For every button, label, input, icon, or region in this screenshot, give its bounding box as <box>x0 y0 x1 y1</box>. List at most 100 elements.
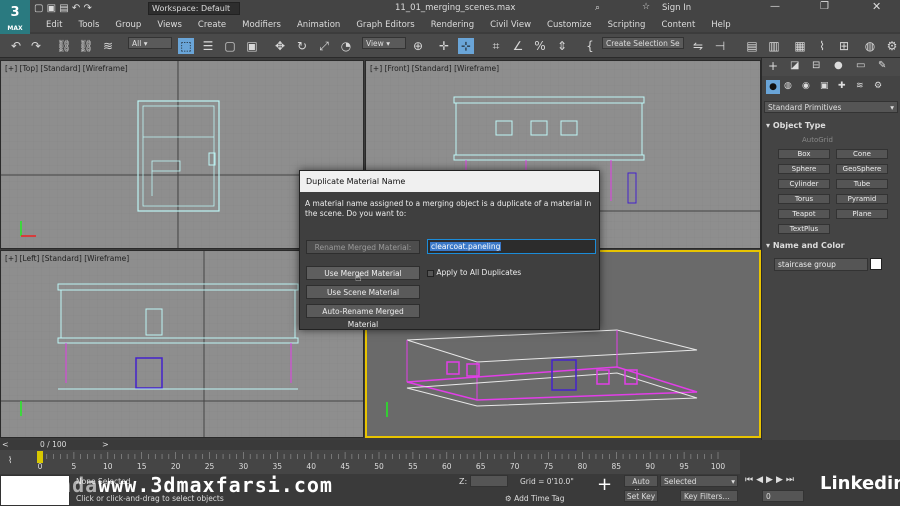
rect-selection-icon[interactable]: ▢ <box>222 38 238 54</box>
primitive-category-dropdown[interactable]: Standard Primitives ▾ <box>764 101 898 113</box>
key-filters-button[interactable]: Key Filters... <box>680 490 738 502</box>
window-crossing-icon[interactable]: ▣ <box>244 38 260 54</box>
percent-snap-icon[interactable]: % <box>532 38 548 54</box>
key-mode-dropdown[interactable]: Selected ▾ <box>660 475 738 487</box>
menu-item-graph-editors[interactable]: Graph Editors <box>348 20 422 30</box>
scale-icon[interactable]: ⤢ <box>316 38 332 54</box>
hierarchy-tab-icon[interactable]: ⊟ <box>812 60 820 71</box>
create-tab-icon[interactable]: + <box>768 59 778 73</box>
mirror-icon[interactable]: ⇋ <box>690 38 706 54</box>
search-icon[interactable]: ⌕ <box>595 3 600 13</box>
primitive-textplus-button[interactable]: TextPlus <box>778 224 830 234</box>
motion-tab-icon[interactable]: ● <box>834 60 843 71</box>
manipulate-icon[interactable]: ✛ <box>436 38 452 54</box>
menu-item-help[interactable]: Help <box>703 20 738 30</box>
move-icon[interactable]: ✥ <box>272 38 288 54</box>
render-setup-icon[interactable]: ⚙ <box>884 38 900 54</box>
reference-coord-dropdown[interactable]: View ▾ <box>362 37 406 49</box>
auto-rename-button[interactable]: Auto-Rename Merged Material <box>306 304 420 329</box>
menu-item-views[interactable]: Views <box>149 20 190 30</box>
viewport-top-label[interactable]: [+] [Top] [Standard] [Wireframe] <box>5 64 128 73</box>
geometry-icon[interactable]: ● <box>766 80 780 94</box>
placement-icon[interactable]: ◔ <box>338 38 354 54</box>
add-time-tag-label[interactable]: ⚙ Add Time Tag <box>505 494 564 503</box>
current-frame-marker[interactable] <box>37 451 43 463</box>
unlink-icon[interactable]: ⛓ <box>78 38 94 54</box>
primitive-cylinder-button[interactable]: Cylinder <box>778 179 830 189</box>
minimize-icon[interactable]: — <box>770 1 780 12</box>
viewport-left-label[interactable]: [+] [Left] [Standard] [Wireframe] <box>5 254 129 263</box>
object-type-rollout[interactable]: ▾ Object Type <box>766 121 826 130</box>
viewport-front-label[interactable]: [+] [Front] [Standard] [Wireframe] <box>370 64 499 73</box>
menu-item-group[interactable]: Group <box>107 20 149 30</box>
spacewarps-icon[interactable]: ≋ <box>856 81 864 91</box>
autogrid-checkbox[interactable]: AutoGrid <box>802 136 833 144</box>
auto-key-button[interactable]: Auto Key <box>624 475 658 497</box>
primitive-pyramid-button[interactable]: Pyramid <box>836 194 888 204</box>
menu-item-content[interactable]: Content <box>653 20 703 30</box>
go-to-end-icon[interactable]: ⏭ <box>786 475 797 485</box>
rotate-icon[interactable]: ↻ <box>294 38 310 54</box>
shapes-icon[interactable]: ◍ <box>784 81 792 91</box>
display-tab-icon[interactable]: ▭ <box>856 60 865 71</box>
snaps-toggle-icon[interactable]: ⊹ <box>458 38 474 54</box>
z-coordinate-field[interactable] <box>470 475 508 487</box>
primitive-teapot-button[interactable]: Teapot <box>778 209 830 219</box>
name-color-rollout[interactable]: ▾ Name and Color <box>766 241 845 250</box>
systems-icon[interactable]: ⚙ <box>874 81 882 91</box>
named-selection-dropdown[interactable]: Create Selection Se <box>602 37 684 49</box>
menu-item-civil-view[interactable]: Civil View <box>482 20 539 30</box>
object-color-swatch[interactable] <box>870 258 882 270</box>
cameras-icon[interactable]: ▣ <box>820 81 829 91</box>
menu-item-modifiers[interactable]: Modifiers <box>234 20 289 30</box>
maximize-icon[interactable]: ❐ <box>820 1 829 12</box>
selection-filter-dropdown[interactable]: All ▾ <box>128 37 172 49</box>
lights-icon[interactable]: ◉ <box>802 81 810 91</box>
prev-key-icon[interactable]: ◀ <box>756 475 766 485</box>
play-icon[interactable]: ▶ <box>766 475 776 485</box>
utilities-tab-icon[interactable]: ✎ <box>878 60 886 71</box>
pivot-icon[interactable]: ⊕ <box>410 38 426 54</box>
menu-item-edit[interactable]: Edit <box>38 20 70 30</box>
helpers-icon[interactable]: ✚ <box>838 81 846 91</box>
mini-curve-icon[interactable]: ⌇ <box>8 456 12 466</box>
rename-field[interactable]: clearcoat.paneling <box>427 239 596 254</box>
next-frame-icon[interactable]: > <box>102 440 109 449</box>
primitive-tube-button[interactable]: Tube <box>836 179 888 189</box>
select-object-icon[interactable]: ⬚ <box>178 38 194 54</box>
menu-item-scripting[interactable]: Scripting <box>600 20 654 30</box>
add-key-icon[interactable]: + <box>597 474 612 495</box>
spinner-snap-icon[interactable]: ⇕ <box>554 38 570 54</box>
primitive-torus-button[interactable]: Torus <box>778 194 830 204</box>
set-key-button[interactable]: Set Key <box>624 490 658 502</box>
current-frame-field[interactable]: 0 <box>762 490 804 502</box>
edit-named-sets-icon[interactable]: { <box>582 38 598 54</box>
menu-item-animation[interactable]: Animation <box>289 20 348 30</box>
angle-snap-icon[interactable]: ∠ <box>510 38 526 54</box>
scene-explorer-icon[interactable]: ▤ <box>744 38 760 54</box>
modify-tab-icon[interactable]: ◪ <box>790 60 799 71</box>
menu-item-rendering[interactable]: Rendering <box>423 20 482 30</box>
primitive-box-button[interactable]: Box <box>778 149 830 159</box>
primitive-geosphere-button[interactable]: GeoSphere <box>836 164 888 174</box>
use-scene-button[interactable]: Use Scene Material <box>306 285 420 299</box>
curve-editor-icon[interactable]: ⌇ <box>814 38 830 54</box>
primitive-sphere-button[interactable]: Sphere <box>778 164 830 174</box>
app-logo[interactable]: 3 MAX <box>0 0 30 34</box>
object-name-field[interactable]: staircase group <box>774 258 868 271</box>
link-icon[interactable]: ⛓ <box>56 38 72 54</box>
menu-item-tools[interactable]: Tools <box>70 20 107 30</box>
use-merged-button[interactable]: Use Merged Material <box>306 266 420 280</box>
align-icon[interactable]: ⊣ <box>712 38 728 54</box>
ribbon-icon[interactable]: ▦ <box>792 38 808 54</box>
schematic-view-icon[interactable]: ⊞ <box>836 38 852 54</box>
menu-item-customize[interactable]: Customize <box>539 20 600 30</box>
primitive-cone-button[interactable]: Cone <box>836 149 888 159</box>
primitive-plane-button[interactable]: Plane <box>836 209 888 219</box>
star-icon[interactable]: ☆ <box>642 2 650 12</box>
layer-explorer-icon[interactable]: ▥ <box>766 38 782 54</box>
close-icon[interactable]: ✕ <box>872 0 881 13</box>
material-editor-icon[interactable]: ◍ <box>862 38 878 54</box>
snap-3d-icon[interactable]: ⌗ <box>488 38 504 54</box>
go-to-start-icon[interactable]: ⏮ <box>745 475 756 485</box>
